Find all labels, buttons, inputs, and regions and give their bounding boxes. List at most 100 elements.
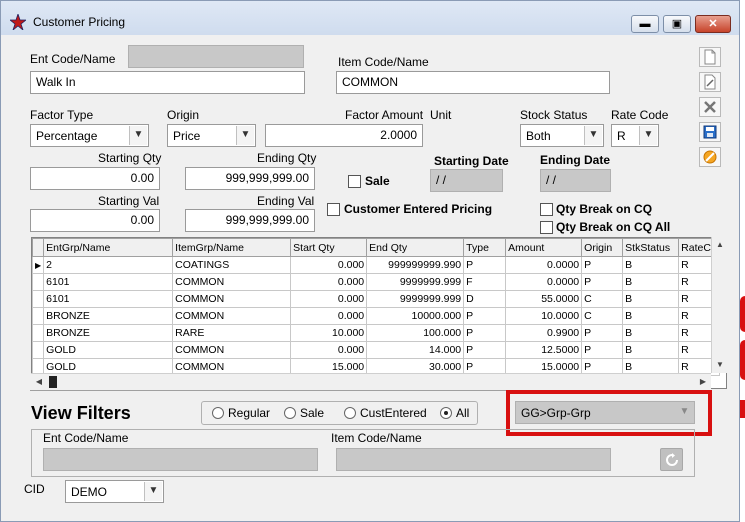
grid-cell[interactable]: B bbox=[622, 307, 680, 325]
grid-cell[interactable]: 12.5000 bbox=[505, 341, 583, 359]
starting-date-input[interactable]: / / bbox=[430, 169, 503, 192]
stock-status-select[interactable]: Both ▼ bbox=[520, 124, 604, 147]
ending-qty-input[interactable]: 999,999,999.00 bbox=[185, 167, 315, 190]
grid-cell[interactable]: P bbox=[463, 341, 507, 359]
grid-cell[interactable]: 14.000 bbox=[366, 341, 465, 359]
minimize-button[interactable]: ▬ bbox=[631, 15, 659, 33]
close-button[interactable]: ✕ bbox=[695, 15, 731, 33]
grid-cell[interactable]: C bbox=[581, 290, 624, 308]
grid-column-header[interactable]: ItemGrp/Name bbox=[172, 238, 292, 257]
scroll-right-arrow-icon[interactable]: ▶ bbox=[695, 374, 711, 390]
grid-cell[interactable]: 9999999.999 bbox=[366, 290, 465, 308]
grid-column-header[interactable]: Origin bbox=[581, 238, 624, 257]
grid-cell[interactable]: 6101 bbox=[43, 273, 174, 291]
grid-cell[interactable]: P bbox=[581, 324, 624, 342]
grid-cell[interactable]: 10.0000 bbox=[505, 307, 583, 325]
grid-cell[interactable]: P bbox=[581, 341, 624, 359]
grid-cell[interactable]: D bbox=[463, 290, 507, 308]
radio-all[interactable] bbox=[440, 407, 452, 419]
grid-cell[interactable]: B bbox=[622, 273, 680, 291]
qty-break-cq-checkbox[interactable] bbox=[540, 203, 553, 216]
grid-cell[interactable]: 0.0000 bbox=[505, 256, 583, 274]
save-record-button[interactable] bbox=[699, 122, 721, 142]
grid-cell[interactable]: B bbox=[622, 341, 680, 359]
restore-button[interactable]: ▣ bbox=[663, 15, 691, 33]
grid-cell[interactable]: 0.000 bbox=[290, 290, 368, 308]
item-name-input[interactable]: COMMON bbox=[336, 71, 610, 94]
grid-cell[interactable]: P bbox=[463, 307, 507, 325]
radio-custentered[interactable] bbox=[344, 407, 356, 419]
grid-column-header[interactable]: Start Qty bbox=[290, 238, 368, 257]
grid-cell[interactable]: 0.0000 bbox=[505, 273, 583, 291]
qty-break-cq-all-checkbox[interactable] bbox=[540, 221, 553, 234]
grid-cell[interactable]: P bbox=[581, 256, 624, 274]
grid-column-header[interactable]: Amount bbox=[505, 238, 583, 257]
grid-cell[interactable]: 100.000 bbox=[366, 324, 465, 342]
table-row[interactable]: ▶ 2 COATINGS 0.000 999999999.990 P 0.0000 P B R bbox=[32, 256, 720, 274]
grid-cell[interactable]: P bbox=[463, 256, 507, 274]
grid-cell[interactable]: 10.000 bbox=[290, 324, 368, 342]
row-indicator[interactable] bbox=[32, 307, 45, 325]
ending-val-input[interactable]: 999,999,999.00 bbox=[185, 209, 315, 232]
row-indicator[interactable] bbox=[32, 273, 45, 291]
origin-select[interactable]: Price ▼ bbox=[167, 124, 256, 147]
table-row[interactable]: BRONZE RARE 10.000 100.000 P 0.9900 P B R bbox=[32, 324, 720, 342]
factor-amount-input[interactable]: 2.0000 bbox=[265, 124, 423, 147]
grid-cell[interactable]: B bbox=[622, 324, 680, 342]
grid-cell[interactable]: 0.000 bbox=[290, 256, 368, 274]
grid-vertical-scrollbar[interactable]: ▲ ▼ bbox=[711, 237, 728, 373]
table-row[interactable]: GOLD COMMON 0.000 14.000 P 12.5000 P B R bbox=[32, 341, 720, 359]
starting-qty-input[interactable]: 0.00 bbox=[30, 167, 160, 190]
grid-cell[interactable]: P bbox=[463, 324, 507, 342]
grid-column-header[interactable]: EntGrp/Name bbox=[43, 238, 174, 257]
grid-cell[interactable]: RARE bbox=[172, 324, 292, 342]
starting-val-input[interactable]: 0.00 bbox=[30, 209, 160, 232]
grid-column-header[interactable]: End Qty bbox=[366, 238, 465, 257]
grid-cell[interactable]: B bbox=[622, 290, 680, 308]
grid-cell[interactable]: B bbox=[622, 256, 680, 274]
grid-cell[interactable]: F bbox=[463, 273, 507, 291]
ending-date-input[interactable]: / / bbox=[540, 169, 611, 192]
grid-cell[interactable]: 55.0000 bbox=[505, 290, 583, 308]
delete-record-button[interactable] bbox=[699, 97, 721, 117]
cancel-record-button[interactable] bbox=[699, 147, 721, 167]
grid-cell[interactable]: 2 bbox=[43, 256, 174, 274]
grid-cell[interactable]: 6101 bbox=[43, 290, 174, 308]
scroll-up-arrow-icon[interactable]: ▲ bbox=[712, 237, 728, 253]
row-indicator[interactable]: ▶ bbox=[32, 256, 45, 274]
table-row[interactable]: 6101 COMMON 0.000 9999999.999 D 55.0000 C B R bbox=[32, 290, 720, 308]
grid-cell[interactable]: C bbox=[581, 307, 624, 325]
row-indicator[interactable] bbox=[32, 324, 45, 342]
grid-cell[interactable]: COMMON bbox=[172, 341, 292, 359]
grid-cell[interactable]: BRONZE bbox=[43, 307, 174, 325]
grid-cell[interactable]: 9999999.999 bbox=[366, 273, 465, 291]
grid-cell[interactable]: BRONZE bbox=[43, 324, 174, 342]
row-indicator[interactable] bbox=[32, 290, 45, 308]
grid-cell[interactable]: COMMON bbox=[172, 273, 292, 291]
radio-regular[interactable] bbox=[212, 407, 224, 419]
scroll-down-arrow-icon[interactable]: ▼ bbox=[712, 357, 728, 373]
grid-column-header[interactable]: StkStatus bbox=[622, 238, 680, 257]
grid-cell[interactable]: 10000.000 bbox=[366, 307, 465, 325]
row-indicator[interactable] bbox=[32, 341, 45, 359]
grid-cell[interactable]: COATINGS bbox=[172, 256, 292, 274]
grid-cell[interactable]: 0.000 bbox=[290, 307, 368, 325]
customer-entered-pricing-checkbox[interactable] bbox=[327, 203, 340, 216]
filter-ent-input[interactable] bbox=[43, 448, 318, 471]
refresh-filter-button[interactable] bbox=[660, 448, 683, 471]
grid-cell[interactable]: 0.000 bbox=[290, 341, 368, 359]
sale-checkbox[interactable] bbox=[348, 175, 361, 188]
filter-item-input[interactable] bbox=[336, 448, 611, 471]
table-row[interactable]: 6101 COMMON 0.000 9999999.999 F 0.0000 P B R bbox=[32, 273, 720, 291]
grid-cell[interactable]: GOLD bbox=[43, 341, 174, 359]
grid-column-header[interactable]: Type bbox=[463, 238, 507, 257]
table-row[interactable]: BRONZE COMMON 0.000 10000.000 P 10.0000 C B R bbox=[32, 307, 720, 325]
scroll-left-arrow-icon[interactable]: ◀ bbox=[31, 374, 47, 390]
grid-cell[interactable]: 0.000 bbox=[290, 273, 368, 291]
cid-select[interactable]: DEMO ▼ bbox=[65, 480, 164, 503]
grid-horizontal-scrollbar[interactable]: ◀ ▶ bbox=[31, 373, 711, 390]
rate-code-select[interactable]: R ▼ bbox=[611, 124, 659, 147]
pricing-grid[interactable]: EntGrp/Name ItemGrp/Name Start Qty End Qty T… bbox=[31, 237, 727, 389]
radio-sale[interactable] bbox=[284, 407, 296, 419]
grid-cell[interactable]: 0.9900 bbox=[505, 324, 583, 342]
